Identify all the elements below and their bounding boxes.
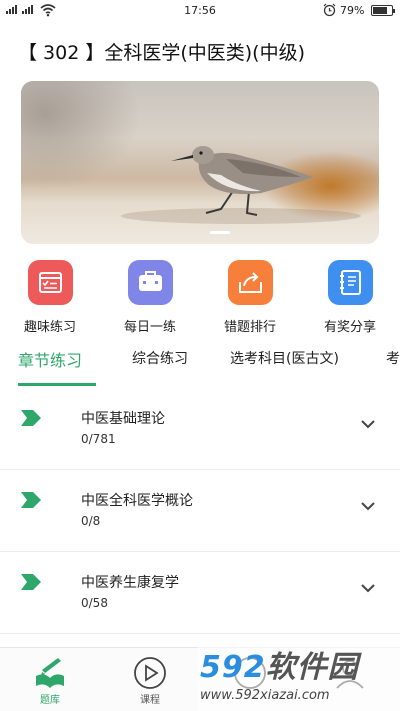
tab-elective-subject[interactable]: 选考科目(医古文) [230,348,339,368]
chapter-progress: 0/8 [81,514,101,528]
fun-practice-label: 趣味练习 [23,320,76,335]
list-item[interactable]: 中医养生康复学 0/58 [0,552,400,634]
status-bar: 17:56 79% [0,0,400,22]
book-pen-icon [36,658,64,688]
nav-courses[interactable]: 课程 [100,648,200,711]
wrong-ranking-button[interactable]: 错题排行 [200,258,300,335]
carousel-indicator [210,231,230,234]
banner-carousel[interactable] [21,81,379,244]
chevron-down-icon[interactable] [360,583,376,593]
chevron-down-icon[interactable] [360,419,376,429]
chevron-flag-icon [21,410,41,426]
play-circle-icon [134,657,166,689]
daily-practice-label: 每日一练 [123,320,176,335]
list-item[interactable]: 中医全科医学概论 0/8 [0,470,400,552]
wrong-ranking-label: 错题排行 [223,320,276,335]
chapter-progress: 0/58 [81,596,108,610]
page-title: 【 302 】全科医学(中医类)(中级) [18,42,305,64]
daily-practice-button[interactable]: 每日一练 [100,258,200,335]
chapter-name: 中医全科医学概论 [81,493,193,509]
briefcase-icon [127,260,173,305]
reward-share-label: 有奖分享 [323,320,376,335]
watermark-logo: 592软件园 [200,650,359,685]
chevron-flag-icon [21,492,41,508]
active-tab-indicator [18,383,96,386]
bird-illustration [121,146,361,224]
quick-actions: 趣味练习 每日一练 错题排行 有奖分享 [0,258,400,338]
chapter-name: 中医基础理论 [81,411,165,427]
tab-comprehensive-practice[interactable]: 综合练习 [132,348,188,368]
chapter-list: 中医基础理论 0/781 中医全科医学概论 0/8 中医养生康复学 0/58 [0,388,400,634]
alarm-icon [323,3,336,17]
chapter-name: 中医养生康复学 [81,575,179,591]
nav-question-bank[interactable]: 题库 [0,648,100,711]
watermark-url: www.592xiazai.com [200,688,330,703]
list-item[interactable]: 中医基础理论 0/781 [0,388,400,470]
checklist-icon [27,260,73,305]
tab-more[interactable]: 考 [386,348,400,368]
battery-percent: 79% [340,4,365,17]
reward-share-button[interactable]: 有奖分享 [300,258,400,335]
notebook-icon [327,260,373,305]
chevron-down-icon[interactable] [360,501,376,511]
battery-icon [371,5,395,16]
share-box-icon [227,260,273,305]
nav-question-bank-label: 题库 [40,695,60,706]
chevron-flag-icon [21,574,41,590]
tab-chapter-practice[interactable]: 章节练习 [18,347,82,371]
chapter-progress: 0/781 [81,432,116,446]
nav-courses-label: 课程 [140,695,160,706]
tab-bar: 章节练习 综合练习 选考科目(医古文) 考 [0,340,400,388]
fun-practice-button[interactable]: 趣味练习 [0,258,100,335]
